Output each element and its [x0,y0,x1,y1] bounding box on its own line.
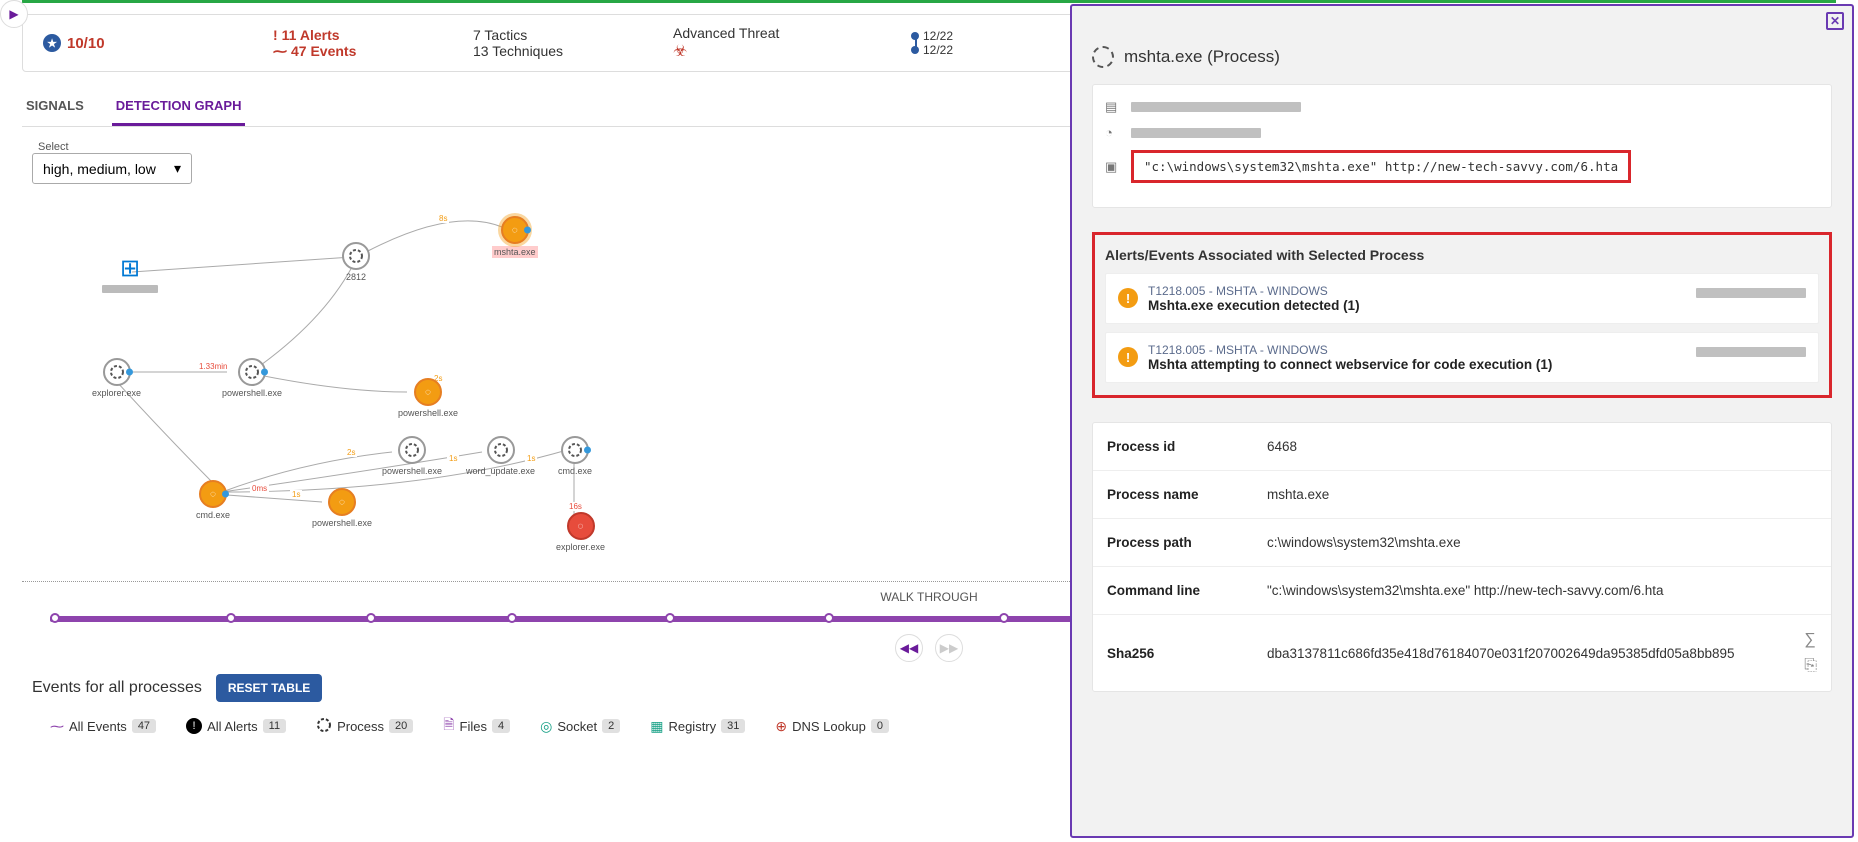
events-section-title: Events for all processes [32,679,202,697]
graph-node-cmd[interactable]: ◌ cmd.exe [196,480,230,520]
graph-node-explorer2[interactable]: ◌ explorer.exe [556,512,605,552]
filter-all-alerts[interactable]: !All Alerts11 [186,718,286,734]
tab-signals[interactable]: SIGNALS [22,88,88,126]
star-icon: ★ [43,34,61,52]
host-icon: ▤ [1105,99,1121,115]
warning-icon: ! [1118,347,1138,367]
pulse-icon: ⁓ [273,43,287,60]
alert-item[interactable]: ! T1218.005 - MSHTA - WINDOWS Mshta atte… [1105,332,1819,383]
detail-row-process-name: Process name mshta.exe [1093,471,1831,519]
graph-node-powershell2[interactable]: ◌ powershell.exe [398,378,458,418]
alerts-count[interactable]: !11 Alerts [273,27,433,43]
detail-row-pid: Process id 6468 [1093,423,1831,471]
graph-node-word-update[interactable]: word_update.exe [466,436,535,476]
dns-icon: ⊕ [775,718,787,735]
rewind-button[interactable]: ◀◀ [895,634,923,662]
registry-icon: ▦ [650,718,663,735]
file-icon: 🗎 [443,714,454,738]
process-detail-panel: ✕ mshta.exe (Process) ▤ ◔ ▣ "c:\windows\s… [1070,4,1854,838]
detail-row-command-line: Command line "c:\windows\system32\mshta.… [1093,567,1831,615]
filter-process[interactable]: Process20 [316,717,413,736]
filter-socket[interactable]: ◎Socket2 [540,718,620,735]
alert-item[interactable]: ! T1218.005 - MSHTA - WINDOWS Mshta.exe … [1105,273,1819,324]
panel-title: mshta.exe (Process) [1092,46,1832,68]
redacted-timestamp [1696,347,1806,357]
alert-technique-tag: T1218.005 - MSHTA - WINDOWS [1148,343,1686,357]
sum-icon[interactable]: ∑ [1804,631,1817,649]
graph-node-host[interactable]: ⊞ [102,254,158,293]
graph-node-cmd2[interactable]: cmd.exe [558,436,592,476]
play-button[interactable]: ▶ [0,0,28,28]
alert-technique-tag: T1218.005 - MSHTA - WINDOWS [1148,284,1686,298]
tab-detection-graph[interactable]: DETECTION GRAPH [112,88,246,126]
detail-row-sha256: Sha256 dba3137811c686fd35e418d76184070e0… [1093,615,1831,691]
filter-registry[interactable]: ▦Registry31 [650,718,745,735]
warning-icon: ! [1118,288,1138,308]
filter-all-events[interactable]: ⁓All Events47 [50,718,156,735]
filter-files[interactable]: 🗎Files4 [443,714,510,738]
graph-node-mshta[interactable]: ◌ mshta.exe [492,216,538,258]
date-end: 12/22 [923,43,953,57]
command-line-highlight: "c:\windows\system32\mshta.exe" http://n… [1131,150,1631,183]
biohazard-icon: ☣ [673,41,873,61]
events-count[interactable]: ⁓47 Events [273,43,433,60]
windows-icon: ⊞ [102,254,158,283]
graph-node-explorer[interactable]: explorer.exe [92,358,141,398]
redacted-time [1131,128,1261,138]
graph-node-powershell1[interactable]: powershell.exe [222,358,282,398]
export-icon[interactable]: ⎘ [1804,657,1817,675]
process-icon [1092,46,1114,68]
graph-node-powershell3[interactable]: ◌ powershell.exe [312,488,372,528]
reset-table-button[interactable]: RESET TABLE [216,674,322,702]
detail-row-process-path: Process path c:\windows\system32\mshta.e… [1093,519,1831,567]
associated-alerts-section: Alerts/Events Associated with Selected P… [1092,232,1832,398]
chevron-down-icon: ▾ [174,160,181,177]
close-panel-button[interactable]: ✕ [1826,12,1844,30]
techniques-count: 13 Techniques [473,43,633,59]
process-details-table: Process id 6468 Process name mshta.exe P… [1092,422,1832,692]
redacted-timestamp [1696,288,1806,298]
alert-icon: ! [273,27,278,43]
forward-button[interactable]: ▶▶ [935,634,963,662]
graph-node-2812[interactable]: 2812 [342,242,370,282]
graph-node-powershell4[interactable]: powershell.exe [382,436,442,476]
socket-icon: ◎ [540,718,552,735]
alert-name: Mshta.exe execution detected (1) [1148,298,1686,313]
tactics-count: 7 Tactics [473,27,633,43]
alerts-heading: Alerts/Events Associated with Selected P… [1105,247,1819,263]
alert-name: Mshta attempting to connect webservice f… [1148,357,1686,372]
risk-score: ★ 10/10 [43,34,233,52]
date-start: 12/22 [923,29,953,43]
alert-icon: ! [186,718,202,734]
threat-label: Advanced Threat [673,25,873,41]
severity-select[interactable]: high, medium, low ▾ [32,153,192,184]
redacted-host [1131,102,1301,112]
pulse-icon: ⁓ [50,718,64,735]
terminal-icon: ▣ [1105,159,1121,175]
clock-icon: ◔ [1105,125,1121,140]
process-icon [316,717,332,736]
filter-dns[interactable]: ⊕DNS Lookup0 [775,718,889,735]
